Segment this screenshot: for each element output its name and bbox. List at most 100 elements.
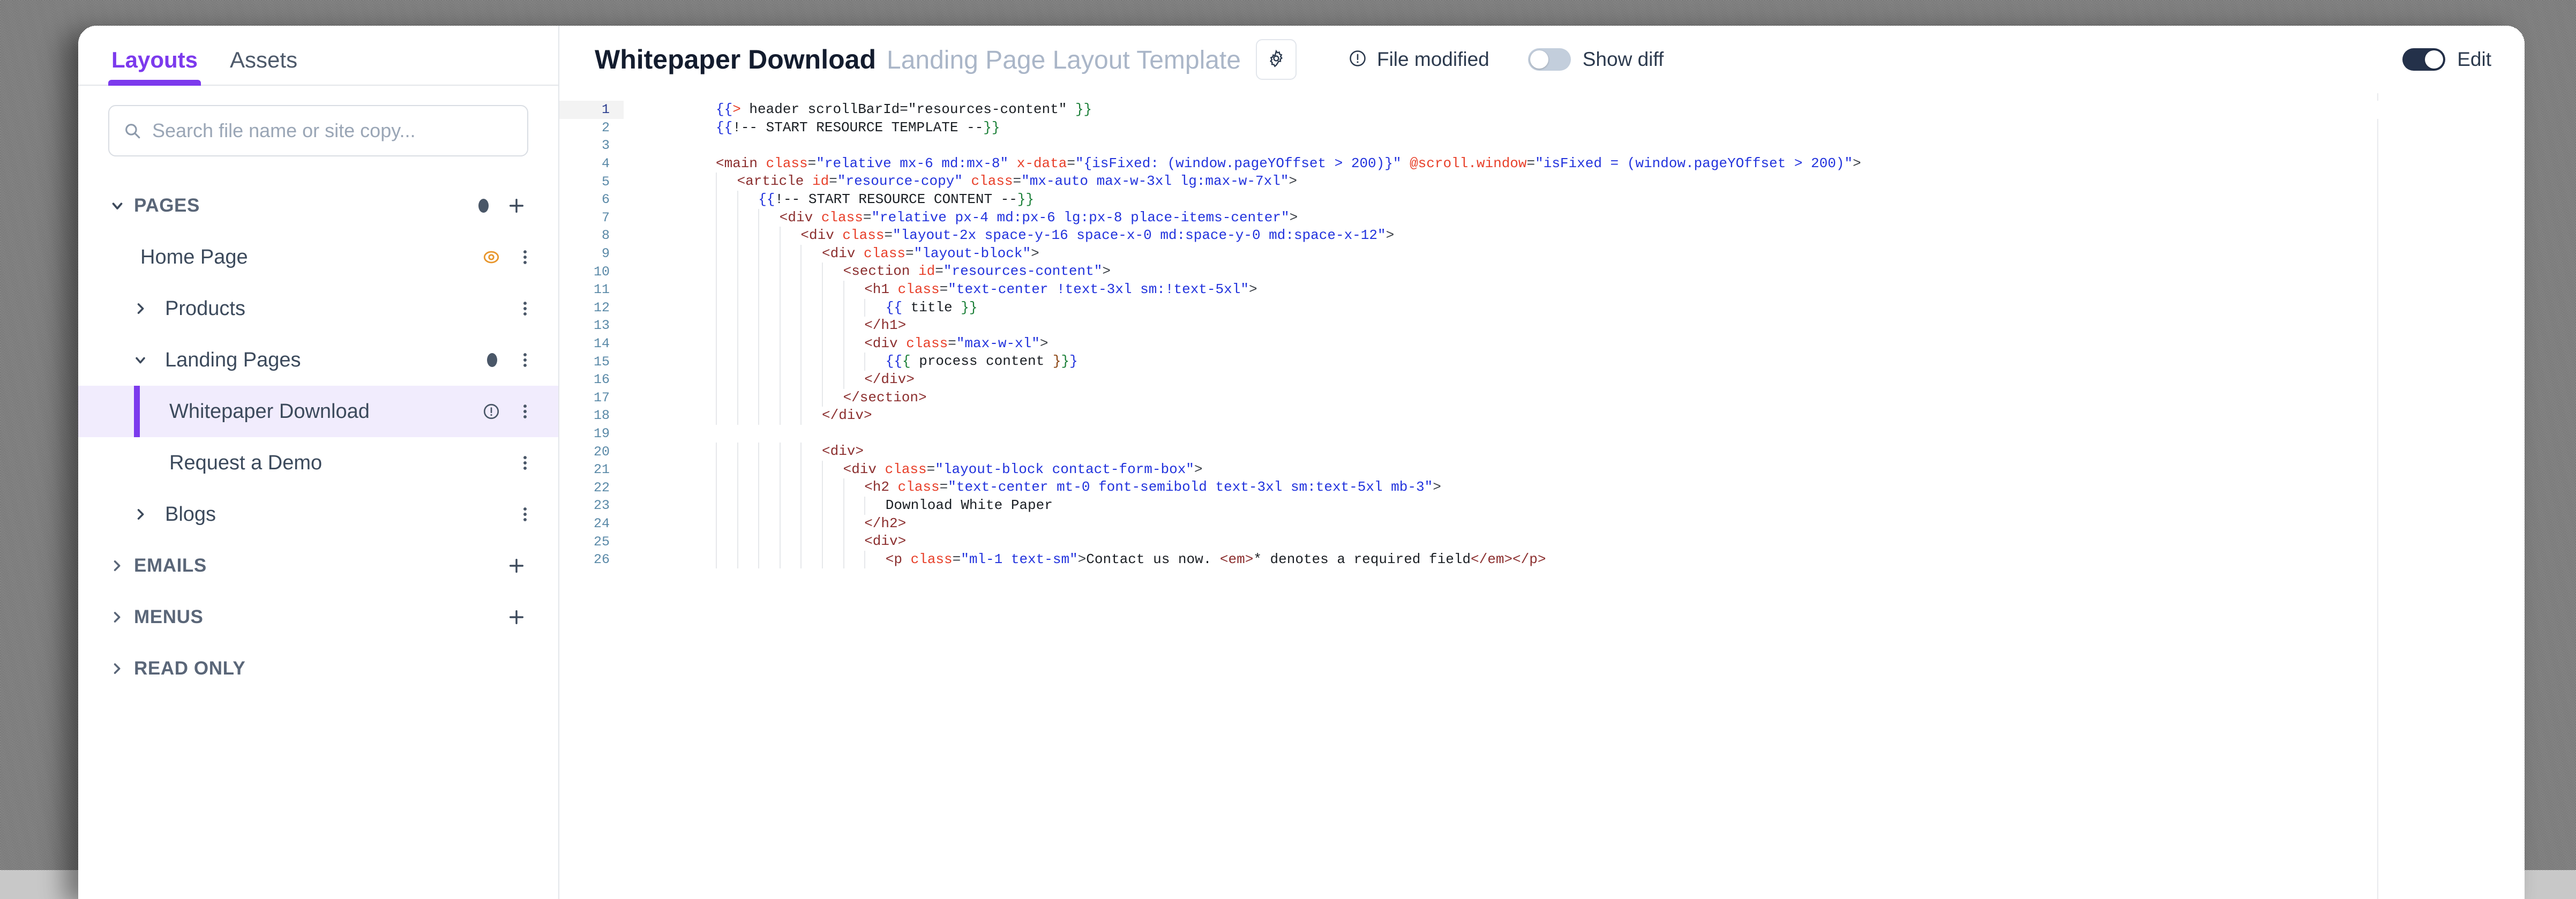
tree-item-landing-pages[interactable]: Landing Pages bbox=[78, 334, 558, 386]
code-text[interactable]: </section> bbox=[624, 389, 2525, 407]
tab-layouts[interactable]: Layouts bbox=[109, 47, 200, 85]
tree-item-menu-button[interactable] bbox=[513, 351, 537, 369]
tree-item-menu-button[interactable] bbox=[513, 505, 537, 523]
eye-icon[interactable] bbox=[482, 248, 500, 266]
indent-guide bbox=[716, 497, 717, 515]
code-text[interactable]: </h2> bbox=[624, 515, 2525, 533]
code-text[interactable]: <div class="relative px-4 md:px-6 lg:px-… bbox=[624, 209, 2525, 227]
code-text[interactable]: <div class="max-w-xl"> bbox=[624, 335, 2525, 353]
code-line[interactable]: 11<h1 class="text-center !text-3xl sm:!t… bbox=[559, 281, 2525, 299]
tree-group-label: PAGES bbox=[134, 195, 478, 216]
code-line[interactable]: 1{{> header scrollBarId="resources-conte… bbox=[559, 101, 2525, 119]
code-line[interactable]: 22<h2 class="text-center mt-0 font-semib… bbox=[559, 478, 2525, 497]
code-line[interactable]: 21<div class="layout-block contact-form-… bbox=[559, 461, 2525, 479]
code-line[interactable]: 7<div class="relative px-4 md:px-6 lg:px… bbox=[559, 209, 2525, 227]
code-line[interactable]: 18</div> bbox=[559, 407, 2525, 425]
code-text[interactable]: {{{ process content }}} bbox=[624, 353, 2525, 371]
code-line[interactable]: 19 bbox=[559, 425, 2525, 443]
code-text[interactable]: </div> bbox=[624, 407, 2525, 425]
code-line[interactable]: 26<p class="ml-1 text-sm">Contact us now… bbox=[559, 551, 2525, 569]
code-text[interactable]: {{> header scrollBarId="resources-conten… bbox=[624, 101, 2525, 119]
show-diff-toggle[interactable]: Show diff bbox=[1528, 48, 1664, 71]
code-line[interactable]: 24</h2> bbox=[559, 515, 2525, 533]
indent-guide bbox=[780, 443, 781, 461]
add-page-button[interactable] bbox=[505, 197, 528, 215]
code-text[interactable]: </div> bbox=[624, 371, 2525, 389]
tree-group-emails[interactable]: EMAILS bbox=[78, 540, 558, 591]
code-line[interactable]: 23Download White Paper bbox=[559, 497, 2525, 515]
code-text[interactable]: Download White Paper bbox=[624, 497, 2525, 515]
search-icon bbox=[123, 122, 141, 140]
add-menu-button[interactable] bbox=[505, 608, 528, 626]
code-line[interactable]: 8<div class="layout-2x space-y-16 space-… bbox=[559, 227, 2525, 245]
search-input[interactable] bbox=[151, 119, 513, 143]
tree-item-whitepaper-download[interactable]: Whitepaper Download bbox=[78, 386, 558, 437]
tree-item-menu-button[interactable] bbox=[513, 402, 537, 421]
tree-item-menu-button[interactable] bbox=[513, 248, 537, 266]
code-line[interactable]: 6{{!-- START RESOURCE CONTENT --}} bbox=[559, 191, 2525, 209]
code-text[interactable]: <div> bbox=[624, 443, 2525, 461]
tree-item-request-a-demo[interactable]: Request a Demo bbox=[78, 437, 558, 489]
code-text[interactable]: <h2 class="text-center mt-0 font-semibol… bbox=[624, 478, 2525, 497]
code-text[interactable]: {{ title }} bbox=[624, 299, 2525, 317]
tree-item-menu-button[interactable] bbox=[513, 454, 537, 472]
file-modified-status: File modified bbox=[1348, 48, 1489, 71]
add-email-button[interactable] bbox=[505, 557, 528, 575]
indent-guide bbox=[843, 317, 844, 335]
tree-item-icons bbox=[513, 299, 558, 318]
tree-item-home-page[interactable]: Home Page bbox=[78, 231, 558, 283]
tree-item-menu-button[interactable] bbox=[513, 299, 537, 318]
code-line[interactable]: 20<div> bbox=[559, 443, 2525, 461]
code-text[interactable]: <div class="layout-block"> bbox=[624, 245, 2525, 263]
code-line[interactable]: 17</section> bbox=[559, 389, 2525, 407]
code-text[interactable]: <section id="resources-content"> bbox=[624, 263, 2525, 281]
tree-group-menus[interactable]: MENUS bbox=[78, 591, 558, 643]
code-line[interactable]: 15{{{ process content }}} bbox=[559, 353, 2525, 371]
indent-guide bbox=[780, 515, 781, 533]
tab-assets[interactable]: Assets bbox=[228, 47, 299, 85]
tree-item-blogs[interactable]: Blogs bbox=[78, 489, 558, 540]
tree-group-pages[interactable]: PAGES bbox=[78, 180, 558, 231]
indent-guide bbox=[800, 335, 802, 353]
indent-guide bbox=[822, 533, 823, 551]
indent-guide bbox=[843, 353, 844, 371]
indent-guide bbox=[716, 478, 717, 497]
code-line[interactable]: 25<div> bbox=[559, 533, 2525, 551]
alert-circle-icon[interactable] bbox=[482, 402, 500, 421]
code-text[interactable]: </h1> bbox=[624, 317, 2525, 335]
indent-guide bbox=[780, 389, 781, 407]
code-text[interactable]: <p class="ml-1 text-sm">Contact us now. … bbox=[624, 551, 2525, 569]
show-diff-switch[interactable] bbox=[1528, 48, 1571, 71]
code-line[interactable]: 3 bbox=[559, 137, 2525, 155]
code-line[interactable]: 2{{!-- START RESOURCE TEMPLATE --}} bbox=[559, 119, 2525, 137]
code-line[interactable]: 4<main class="relative mx-6 md:mx-8" x-d… bbox=[559, 155, 2525, 173]
code-line[interactable]: 5<article id="resource-copy" class="mx-a… bbox=[559, 173, 2525, 191]
tree-item-products[interactable]: Products bbox=[78, 283, 558, 334]
edit-switch[interactable] bbox=[2402, 48, 2445, 71]
search-box[interactable] bbox=[108, 105, 528, 156]
code-text[interactable]: {{!-- START RESOURCE CONTENT --}} bbox=[624, 191, 2525, 209]
tree-group-read-only[interactable]: READ ONLY bbox=[78, 643, 558, 694]
code-text[interactable]: <div> bbox=[624, 533, 2525, 551]
code-line[interactable]: 13</h1> bbox=[559, 317, 2525, 335]
code-text[interactable]: <div class="layout-block contact-form-bo… bbox=[624, 461, 2525, 479]
code-line[interactable]: 9<div class="layout-block"> bbox=[559, 245, 2525, 263]
code-text[interactable]: <main class="relative mx-6 md:mx-8" x-da… bbox=[624, 155, 2525, 173]
code-line[interactable]: 14<div class="max-w-xl"> bbox=[559, 335, 2525, 353]
indent-guide bbox=[800, 353, 802, 371]
code-text[interactable]: <article id="resource-copy" class="mx-au… bbox=[624, 173, 2525, 191]
indent-guide bbox=[800, 317, 802, 335]
indent-guide bbox=[864, 299, 865, 317]
code-line[interactable]: 10<section id="resources-content"> bbox=[559, 263, 2525, 281]
code-text[interactable]: {{!-- START RESOURCE TEMPLATE --}} bbox=[624, 119, 2525, 137]
code-text[interactable]: <div class="layout-2x space-y-16 space-x… bbox=[624, 227, 2525, 245]
indent-guide bbox=[716, 389, 717, 407]
code-line[interactable]: 16</div> bbox=[559, 371, 2525, 389]
line-number: 7 bbox=[559, 210, 624, 226]
code-line[interactable]: 12{{ title }} bbox=[559, 299, 2525, 317]
code-editor[interactable]: 1{{> header scrollBarId="resources-conte… bbox=[559, 93, 2525, 899]
code-text[interactable]: <h1 class="text-center !text-3xl sm:!tex… bbox=[624, 281, 2525, 299]
edit-toggle[interactable]: Edit bbox=[2402, 48, 2496, 71]
indent-guide bbox=[716, 461, 717, 479]
settings-button[interactable] bbox=[1256, 39, 1297, 80]
